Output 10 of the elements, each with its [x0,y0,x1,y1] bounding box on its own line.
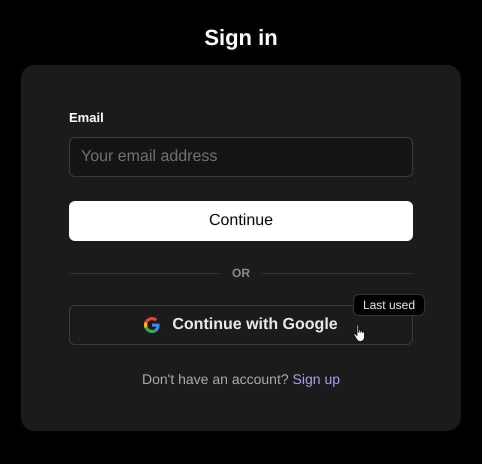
last-used-badge: Last used [352,294,425,316]
continue-button[interactable]: Continue [69,201,413,241]
google-logo-icon [144,317,160,333]
page-title: Sign in [204,24,278,52]
divider-label: OR [232,265,250,282]
email-field[interactable]: Your email address [69,137,413,177]
hand-cursor-icon [353,324,367,342]
sign-up-link[interactable]: Sign up [292,371,340,387]
sign-up-prompt: Don't have an account? Sign up [140,370,342,389]
email-label: Email [69,109,104,127]
